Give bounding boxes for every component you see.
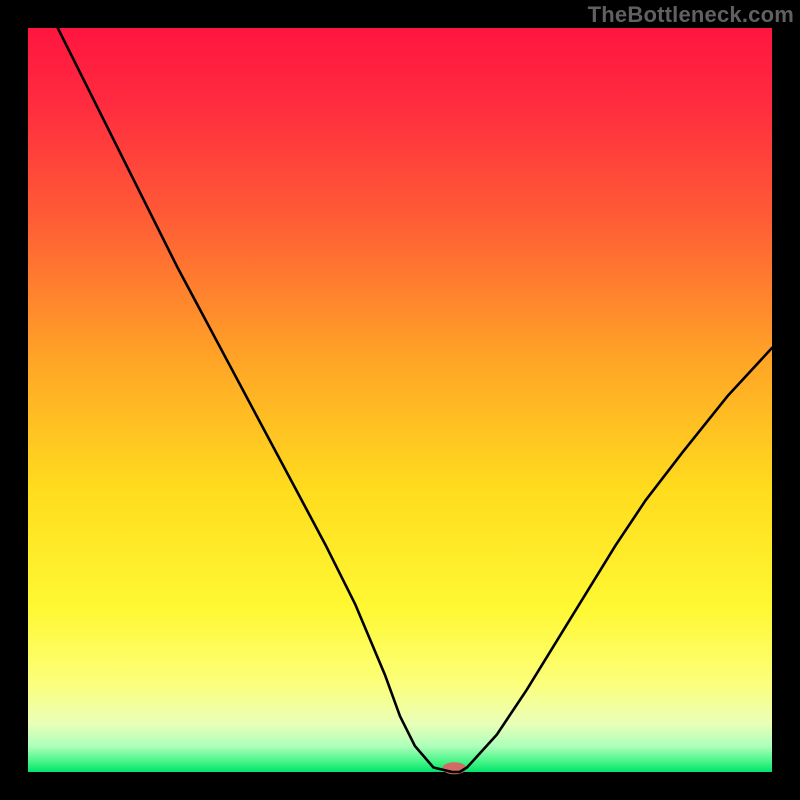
chart-svg	[0, 0, 800, 800]
watermark-text: TheBottleneck.com	[588, 2, 794, 28]
chart-frame: TheBottleneck.com	[0, 0, 800, 800]
plot-background	[28, 28, 772, 772]
